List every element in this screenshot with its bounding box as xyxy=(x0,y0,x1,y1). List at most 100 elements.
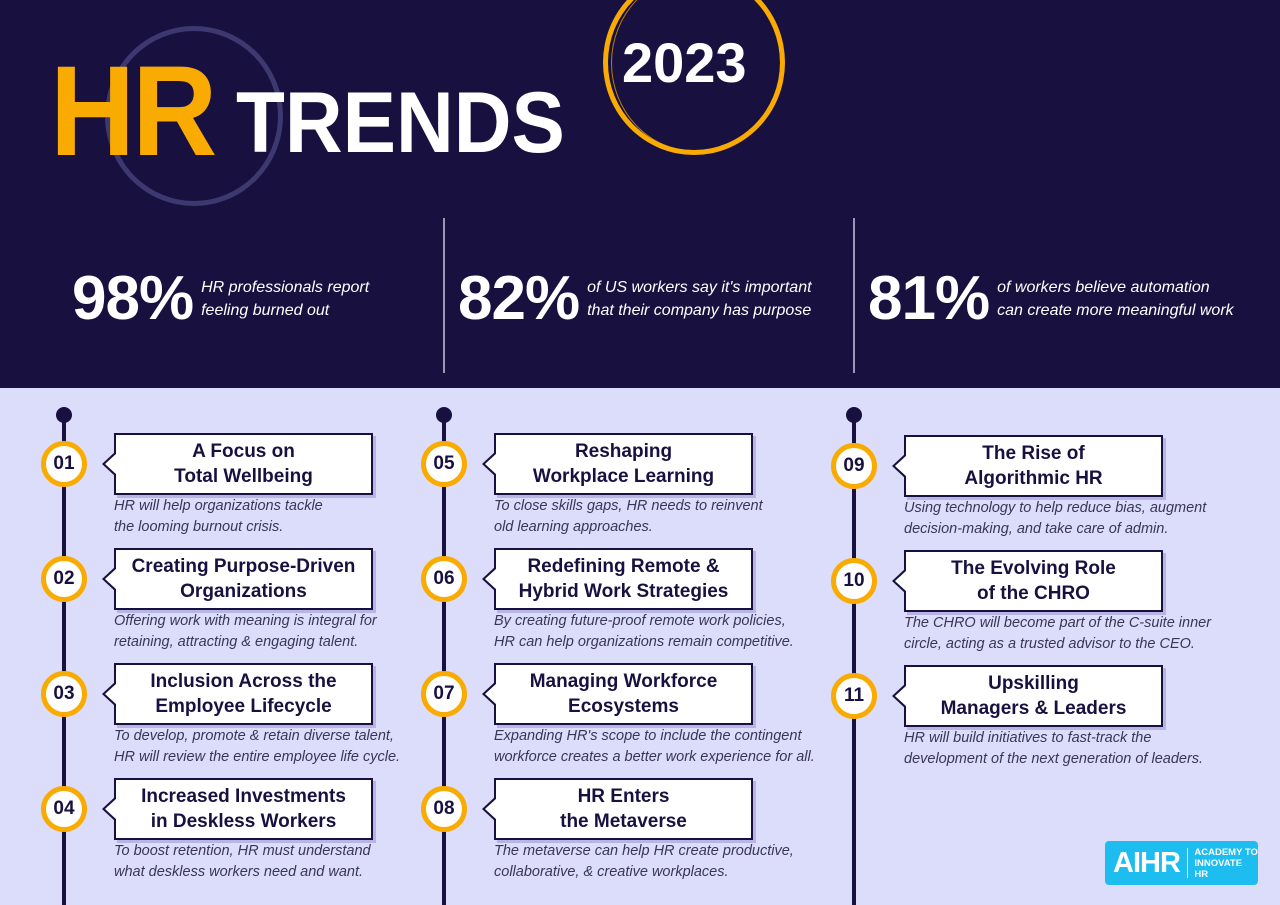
trend-description: The metaverse can help HR create product… xyxy=(494,841,794,883)
trend-number-badge: 07 xyxy=(421,671,467,717)
callout-pointer-icon xyxy=(892,683,907,709)
stat-line: of workers believe automation xyxy=(997,279,1210,296)
title-trends: TRENDS xyxy=(236,75,565,171)
trend-description-line: Offering work with meaning is integral f… xyxy=(114,613,377,629)
trend-description: The CHRO will become part of the C-suite… xyxy=(904,613,1211,655)
stat-divider xyxy=(443,218,445,373)
trend-number-badge: 09 xyxy=(831,443,877,489)
callout-pointer-icon xyxy=(482,796,497,822)
trend-title-line: in Deskless Workers xyxy=(150,811,337,832)
callout-pointer-icon xyxy=(892,568,907,594)
trend-title-line: Increased Investments xyxy=(141,786,346,807)
stat-burnout: 98% HR professionals report feeling burn… xyxy=(72,268,369,330)
trend-title-line: The Evolving Role xyxy=(951,558,1116,579)
trend-number-badge: 10 xyxy=(831,558,877,604)
trend-description-line: circle, acting as a trusted advisor to t… xyxy=(904,636,1195,652)
trend-title-callout: Inclusion Across the Employee Lifecycle xyxy=(102,663,373,725)
logo-tagline-line: ACADEMY TO xyxy=(1194,846,1258,858)
trend-description-line: workforce creates a better work experien… xyxy=(494,749,815,765)
timeline-start-dot xyxy=(56,407,72,423)
trend-title-line: Inclusion Across the xyxy=(150,671,337,692)
trend-description-line: HR will help organizations tackle xyxy=(114,498,323,514)
trend-description-line: To boost retention, HR must understand xyxy=(114,843,371,859)
trend-description-line: what deskless workers need and want. xyxy=(114,864,364,880)
trend-title-line: Workplace Learning xyxy=(532,466,715,487)
stat-description: HR professionals report feeling burned o… xyxy=(201,276,369,322)
callout-pointer-icon xyxy=(102,681,117,707)
callout-pointer-icon xyxy=(892,453,907,479)
stat-line: can create more meaningful work xyxy=(997,302,1234,319)
stat-value: 82% xyxy=(458,264,580,333)
timeline-start-dot xyxy=(436,407,452,423)
trend-title-line: A Focus on xyxy=(192,441,295,462)
trend-description-line: development of the next generation of le… xyxy=(904,751,1204,767)
trend-title-callout: Managing Workforce Ecosystems xyxy=(482,663,753,725)
trend-title-line: Employee Lifecycle xyxy=(155,696,332,717)
trend-description: To develop, promote & retain diverse tal… xyxy=(114,726,400,768)
trend-title-line: Hybrid Work Strategies xyxy=(518,581,729,602)
trend-description-line: By creating future-proof remote work pol… xyxy=(494,613,786,629)
title-year: 2023 xyxy=(622,31,747,94)
trend-title-line: Ecosystems xyxy=(568,696,679,717)
trend-title-line: Creating Purpose-Driven xyxy=(131,556,356,577)
trend-number-badge: 08 xyxy=(421,786,467,832)
header-banner: HR TRENDS 2023 98% HR professionals repo… xyxy=(0,0,1280,388)
trend-title-line: HR Enters xyxy=(577,786,670,807)
trend-number-badge: 01 xyxy=(41,441,87,487)
trend-description-line: Expanding HR's scope to include the cont… xyxy=(494,728,802,744)
aihr-logo: AIHR ACADEMY TO INNOVATE HR xyxy=(1105,841,1258,885)
trend-title-callout: Creating Purpose-Driven Organizations xyxy=(102,548,373,610)
stat-description: of workers believe automation can create… xyxy=(997,276,1234,322)
trend-description: To boost retention, HR must understand wh… xyxy=(114,841,371,883)
timeline-line xyxy=(852,416,856,905)
title-hr: HR xyxy=(50,40,217,183)
logo-wordmark: AIHR xyxy=(1113,846,1181,879)
trend-title-line: Algorithmic HR xyxy=(964,468,1103,489)
trend-description-line: decision-making, and take care of admin. xyxy=(904,521,1169,537)
trend-description: To close skills gaps, HR needs to reinve… xyxy=(494,496,763,538)
callout-pointer-icon xyxy=(102,566,117,592)
trend-description: Offering work with meaning is integral f… xyxy=(114,611,377,653)
logo-tagline-line: INNOVATE HR xyxy=(1194,857,1243,880)
trend-number-badge: 05 xyxy=(421,441,467,487)
trend-number-badge: 11 xyxy=(831,673,877,719)
trend-title-line: The Rise of xyxy=(982,443,1085,464)
trend-description: HR will help organizations tackle the loo… xyxy=(114,496,323,538)
trend-number-badge: 04 xyxy=(41,786,87,832)
trend-title-callout: Increased Investments in Deskless Workers xyxy=(102,778,373,840)
trend-title-line: Upskilling xyxy=(988,673,1079,694)
callout-pointer-icon xyxy=(482,451,497,477)
stat-line: HR professionals report xyxy=(201,279,370,296)
trend-description: By creating future-proof remote work pol… xyxy=(494,611,794,653)
trend-description-line: HR will build initiatives to fast-track … xyxy=(904,730,1152,746)
trend-description-line: The metaverse can help HR create product… xyxy=(494,843,794,859)
callout-pointer-icon xyxy=(482,566,497,592)
trend-title-callout: A Focus on Total Wellbeing xyxy=(102,433,373,495)
logo-tagline: ACADEMY TO INNOVATE HR xyxy=(1194,847,1258,880)
trend-title-callout: The Evolving Role of the CHRO xyxy=(892,550,1163,612)
stat-value: 98% xyxy=(72,264,194,333)
trend-title-callout: HR Enters the Metaverse xyxy=(482,778,753,840)
trend-title-callout: Reshaping Workplace Learning xyxy=(482,433,753,495)
trend-title-line: Managers & Leaders xyxy=(940,698,1127,719)
trend-title-callout: Redefining Remote & Hybrid Work Strategie… xyxy=(482,548,753,610)
trend-title-line: Total Wellbeing xyxy=(174,466,313,487)
trend-description-line: The CHRO will become part of the C-suite… xyxy=(904,615,1212,631)
stat-value: 81% xyxy=(868,264,990,333)
trend-description-line: To develop, promote & retain diverse tal… xyxy=(114,728,394,744)
trend-description-line: HR will review the entire employee life … xyxy=(114,749,401,765)
trend-title-line: of the CHRO xyxy=(977,583,1090,604)
trend-title-line: the Metaverse xyxy=(560,811,687,832)
trend-description-line: To close skills gaps, HR needs to reinve… xyxy=(494,498,763,514)
trend-description-line: HR can help organizations remain competi… xyxy=(494,634,794,650)
trend-description: Using technology to help reduce bias, au… xyxy=(904,498,1206,540)
trend-title-callout: Upskilling Managers & Leaders xyxy=(892,665,1163,727)
trend-description-line: the looming burnout crisis. xyxy=(114,519,284,535)
logo-separator xyxy=(1186,848,1189,878)
callout-pointer-icon xyxy=(102,451,117,477)
trend-title-callout: The Rise of Algorithmic HR xyxy=(892,435,1163,497)
trend-title-line: Organizations xyxy=(180,581,307,602)
callout-pointer-icon xyxy=(482,681,497,707)
trend-description: Expanding HR's scope to include the cont… xyxy=(494,726,815,768)
stat-automation: 81% of workers believe automation can cr… xyxy=(868,268,1234,330)
